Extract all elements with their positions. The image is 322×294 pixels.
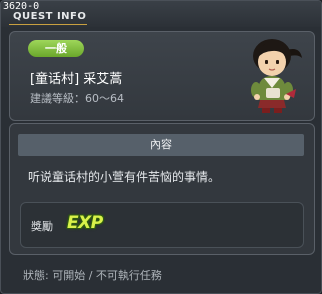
reward-label: 獎勵 xyxy=(31,220,53,233)
npc-portrait xyxy=(251,39,302,113)
quest-details-panel: 內容 听说童话村的小萱有件苦恼的事情。 獎勵 EXP xyxy=(9,123,315,255)
quest-title: [童话村] 采艾蒿 xyxy=(30,72,123,87)
quest-info-window: 3620-0 QUEST INFO 一般 [童话村] 采艾蒿 建議等級：60～6… xyxy=(0,0,322,294)
window-title: QUEST INFO xyxy=(13,11,87,22)
quest-summary-panel: 一般 [童话村] 采艾蒿 建議等級：60～64 xyxy=(9,31,315,121)
exp-icon: EXP xyxy=(67,213,103,233)
quest-description: 听说童话村的小萱有件苦恼的事情。 xyxy=(28,170,221,184)
reward-box: 獎勵 EXP xyxy=(20,202,304,248)
category-badge: 一般 xyxy=(28,40,84,57)
title-underline xyxy=(9,24,87,25)
recommended-level: 建議等級：60～64 xyxy=(30,92,124,105)
quest-status: 狀態: 可開始 / 不可執行任務 xyxy=(23,269,162,282)
content-header: 內容 xyxy=(18,134,304,156)
title-bar[interactable]: 3620-0 QUEST INFO xyxy=(1,1,321,27)
